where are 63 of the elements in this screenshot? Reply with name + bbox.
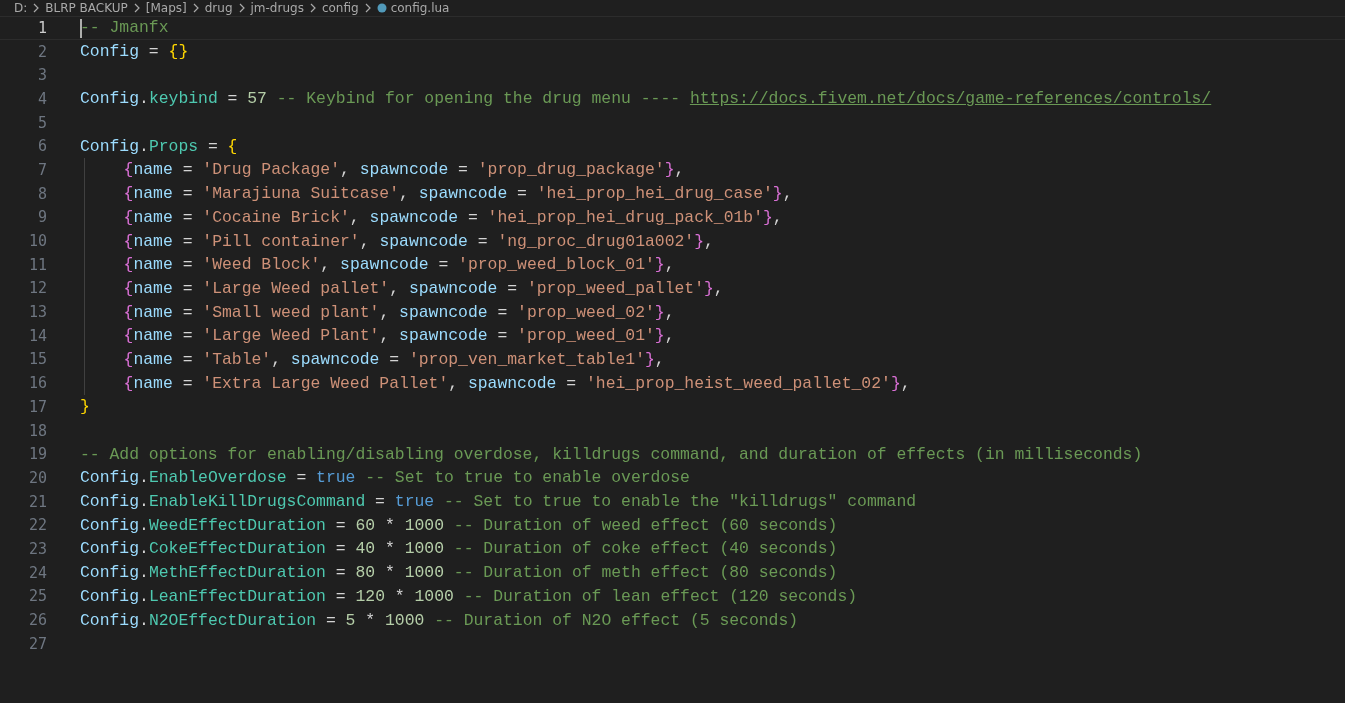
line-number: 19 <box>27 445 47 464</box>
line-number: 12 <box>27 279 47 298</box>
breadcrumb-item[interactable]: D: <box>14 1 28 15</box>
line-number: 5 <box>36 113 47 132</box>
line-number: 3 <box>36 66 47 85</box>
code-line: {name = 'Small weed plant', spawncode = 'prop_weed_02'}, <box>123 301 675 324</box>
line-number: 1 <box>36 18 47 37</box>
breadcrumb-item[interactable]: config <box>321 1 359 15</box>
line-number: 6 <box>36 137 47 156</box>
code-line: {name = 'Cocaine Brick', spawncode = 'hei_prop_hei_drug_pack_01b'}, <box>123 206 783 229</box>
line-number: 11 <box>27 255 47 274</box>
line-number: 20 <box>27 468 47 487</box>
line-number: 23 <box>27 539 47 558</box>
line-number: 9 <box>36 208 47 227</box>
code-line: {name = 'Pill container', spawncode = 'ng_proc_drug01a002'}, <box>123 230 714 253</box>
line-number: 27 <box>27 634 47 653</box>
line-number: 8 <box>36 184 47 203</box>
url-link[interactable]: https://docs.fivem.net/docs/game-references/controls/ <box>689 89 1212 109</box>
code-line: Config.CokeEffectDuration = 40 * 1000 -- Duration of coke effect (40 seconds) <box>80 538 838 561</box>
line-number: 16 <box>27 374 47 393</box>
code-line: {name = 'Table', spawncode = 'prop_ven_market_table1'}, <box>123 348 665 371</box>
code-line: {name = 'Extra Large Weed Pallet', spawncode = 'hei_prop_heist_weed_pallet_02'}, <box>123 372 911 395</box>
code-line: -- Jmanfx <box>80 17 169 40</box>
line-number: 7 <box>36 160 47 179</box>
code-line: Config.LeanEffectDuration = 120 * 1000 -- Duration of lean effect (120 seconds) <box>80 585 858 608</box>
line-number: 15 <box>27 350 47 369</box>
code-line: Config.Props = { <box>80 135 238 158</box>
code-line: Config.EnableOverdose = true -- Set to true to enable overdose <box>80 467 690 490</box>
code-text: -- Keybind for opening the drug menu ---- <box>275 89 682 109</box>
code-line: } <box>80 396 90 419</box>
code-line: {name = 'Weed Block', spawncode = 'prop_weed_block_01'}, <box>123 254 675 277</box>
line-number: 2 <box>36 42 47 61</box>
line-number: 24 <box>27 563 47 582</box>
line-number: 14 <box>27 326 47 345</box>
breadcrumb-item[interactable]: [Maps] <box>145 1 187 15</box>
code-line: -- Add options for enabling/disabling overdose, killdrugs command, and duration of effects (in milliseconds) <box>80 443 1143 466</box>
line-number: 21 <box>27 492 47 511</box>
line-number: 17 <box>27 397 47 416</box>
code-line: {name = 'Drug Package', spawncode = 'prop_drug_package'}, <box>123 159 685 182</box>
code-line: Config = {} <box>80 41 189 64</box>
code-line: {name = 'Large Weed pallet', spawncode = 'prop_weed_pallet'}, <box>123 277 724 300</box>
code-text: 57 <box>247 89 267 109</box>
line-number: 4 <box>36 89 47 108</box>
code-line: Config.MethEffectDuration = 80 * 1000 -- Duration of meth effect (80 seconds) <box>80 562 838 585</box>
breadcrumb-item[interactable]: BLRP BACKUP <box>45 1 128 15</box>
code-line: Config.N2OEffectDuration = 5 * 1000 -- Duration of N2O effect (5 seconds) <box>80 609 799 632</box>
line-number: 18 <box>27 421 47 440</box>
line-number: 26 <box>27 611 47 630</box>
code-text: keybind <box>148 89 218 109</box>
code-line: {name = 'Marajiuna Suitcase', spawncode = 'hei_prop_hei_drug_case'}, <box>123 183 793 206</box>
breadcrumb-item[interactable]: config.lua <box>390 1 450 15</box>
line-number: 25 <box>27 587 47 606</box>
code-text: = <box>226 89 239 109</box>
code-line: Config.EnableKillDrugsCommand = true -- Set to true to enable the "killdrugs" command <box>80 491 917 514</box>
line-number: 22 <box>27 516 47 535</box>
code-text: . <box>139 89 149 109</box>
code-line: Config.WeedEffectDuration = 60 * 1000 -- Duration of weed effect (60 seconds) <box>80 514 838 537</box>
breadcrumb-item[interactable]: jm-drugs <box>250 1 304 15</box>
code-line: {name = 'Large Weed Plant', spawncode = 'prop_weed_01'}, <box>123 325 675 348</box>
line-number: 10 <box>27 232 47 251</box>
code-text: Config <box>80 89 140 109</box>
line-number: 13 <box>27 303 47 322</box>
breadcrumb-item[interactable]: drug <box>204 1 233 15</box>
